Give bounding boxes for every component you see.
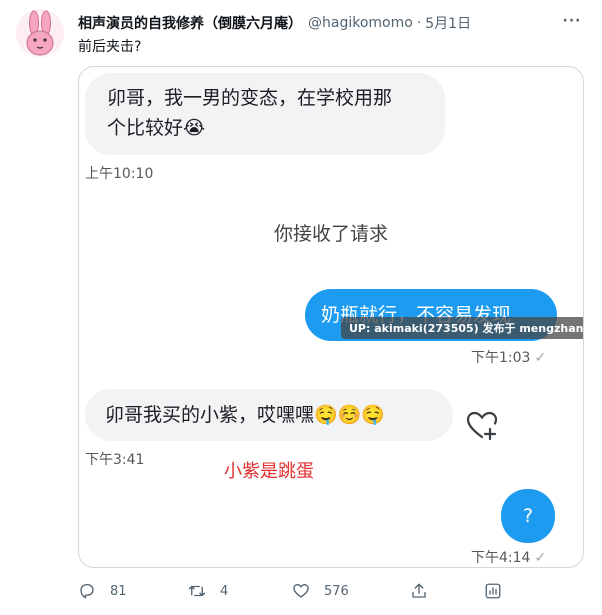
retweet-count: 4 (220, 583, 229, 599)
reply-icon (80, 583, 94, 599)
retweet-icon (188, 585, 206, 597)
share-button[interactable] (410, 580, 442, 602)
watermark: UP: akimaki(273505) 发布于 mengzhan.cc (341, 317, 583, 339)
pink-rabbit-avatar-icon (26, 10, 54, 56)
tweet-media-image[interactable]: 卯哥，我一男的变态，在学校用那 个比较好😭 上午10:10 你接收了请求 奶瓶就… (78, 66, 584, 568)
chat-message-text: 卯哥我买的小紫，哎嘿嘿🤤☺️🤤 (105, 404, 385, 426)
red-annotation-text: 小紫是跳蛋 (224, 461, 314, 482)
chat-bubble-incoming: 卯哥，我一男的变态，在学校用那 个比较好😭 (85, 73, 445, 155)
more-options-icon[interactable]: ··· (562, 14, 582, 32)
tweet-text: 前后夹击? (78, 39, 142, 55)
analytics-icon (485, 583, 501, 599)
like-count: 576 (324, 583, 349, 599)
user-handle[interactable]: @hagikomomo (308, 15, 413, 31)
read-check-icon: ✓ (534, 350, 547, 366)
share-icon (412, 583, 426, 598)
avatar[interactable] (16, 9, 64, 57)
chat-timestamp-row: 下午1:03 ✓ (471, 347, 546, 367)
chat-bubble-outgoing: ? (501, 489, 555, 543)
chat-timestamp-row: 下午4:14 ✓ (471, 547, 546, 567)
heart-icon (293, 584, 309, 598)
retweet-button[interactable]: 4 (188, 580, 228, 602)
chat-message-text: ? (522, 505, 534, 527)
chat-timestamp: 上午10:10 (85, 166, 154, 182)
display-name[interactable]: 相声演员的自我修养（倒膜六月庵） (78, 13, 302, 33)
read-check-icon: ✓ (534, 550, 547, 566)
chat-bubble-incoming: 卯哥我买的小紫，哎嘿嘿🤤☺️🤤 (85, 389, 453, 441)
chat-message-line: 个比较好😭 (107, 117, 206, 139)
chat-timestamp: 下午1:03 (471, 350, 531, 366)
react-heart-plus-icon[interactable] (465, 409, 499, 443)
chat-timestamp: 下午4:14 (471, 550, 531, 566)
separator-dot: · (416, 15, 422, 31)
tweet-header: 相声演员的自我修养（倒膜六月庵） @hagikomomo · 5月1日 ··· (78, 12, 582, 34)
system-message: 你接收了请求 (273, 223, 388, 245)
reply-button[interactable]: 81 (78, 580, 127, 602)
like-button[interactable]: 576 (292, 580, 349, 602)
chat-message-line: 卯哥，我一男的变态，在学校用那 (107, 87, 393, 109)
chat-timestamp: 下午3:41 (85, 452, 145, 468)
tweet-action-bar: 81 4 576 (78, 580, 582, 602)
tweet-date[interactable]: 5月1日 (425, 13, 471, 33)
analytics-button[interactable] (484, 580, 516, 602)
reply-count: 81 (110, 583, 127, 599)
